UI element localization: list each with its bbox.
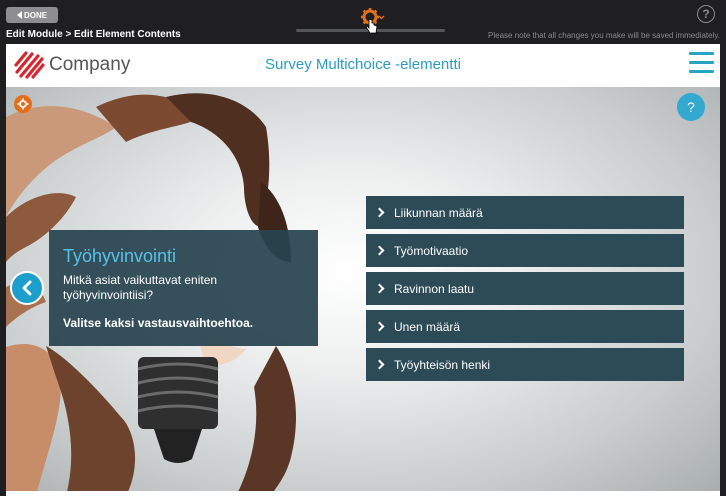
info-title: Työhyvinvointi xyxy=(63,246,177,266)
done-label: DONE xyxy=(23,10,48,20)
app-frame: Company Survey Multichoice -elementti ? … xyxy=(6,44,720,496)
answer-option[interactable]: Työmotivaatio xyxy=(366,234,684,267)
answer-option[interactable]: Unen määrä xyxy=(366,310,684,343)
bottom-strip xyxy=(6,491,720,496)
option-label: Ravinnon laatu xyxy=(394,281,475,296)
chevron-left-icon xyxy=(22,280,32,296)
save-note: Please note that all changes you make wi… xyxy=(488,31,720,40)
previous-button[interactable] xyxy=(10,271,44,305)
instruction-text: Valitse kaksi vastausvaihtoehtoa. xyxy=(63,316,254,330)
option-label: Liikunnan määrä xyxy=(394,205,483,220)
answer-option[interactable]: Liikunnan määrä xyxy=(366,196,684,229)
chevron-right-icon xyxy=(374,245,385,256)
breadcrumb: Edit Module > Edit Element Contents xyxy=(6,29,181,40)
gear-icon[interactable] xyxy=(14,95,32,113)
gear-icon[interactable] xyxy=(360,7,390,35)
chevron-right-icon xyxy=(374,359,385,370)
scene: ? Työhyvinvointi Mitkä asiat vaikuttavat… xyxy=(6,87,720,496)
answer-options: Liikunnan määrä Työmotivaatio Ravinnon l… xyxy=(366,196,684,386)
option-label: Unen määrä xyxy=(394,319,461,334)
page-title: Survey Multichoice -elementti xyxy=(265,56,461,73)
chevron-right-icon xyxy=(374,283,385,294)
help-icon[interactable]: ? xyxy=(697,5,715,23)
chevron-right-icon xyxy=(374,321,385,332)
option-label: Työmotivaatio xyxy=(394,243,469,258)
arrow-left-icon xyxy=(16,11,22,19)
hamburger-icon[interactable] xyxy=(689,52,714,74)
answer-option[interactable]: Työyhteisön henki xyxy=(366,348,684,381)
editor-toolbar: DONE Edit Module > Edit Element Contents… xyxy=(0,0,726,44)
chevron-right-icon xyxy=(374,207,385,218)
lightbulb-icon xyxy=(137,357,219,463)
info-box: Työhyvinvointi Mitkä asiat vaikuttavat e… xyxy=(49,230,318,346)
chevron-down-icon xyxy=(378,15,385,20)
answer-option[interactable]: Ravinnon laatu xyxy=(366,272,684,305)
help-icon[interactable]: ? xyxy=(677,93,705,121)
done-button[interactable]: DONE xyxy=(6,7,58,23)
option-label: Työyhteisön henki xyxy=(394,357,491,372)
app-header: Company Survey Multichoice -elementti xyxy=(6,44,720,87)
question-text: Mitkä asiat vaikuttavat eniten työhyvinv… xyxy=(63,273,218,302)
